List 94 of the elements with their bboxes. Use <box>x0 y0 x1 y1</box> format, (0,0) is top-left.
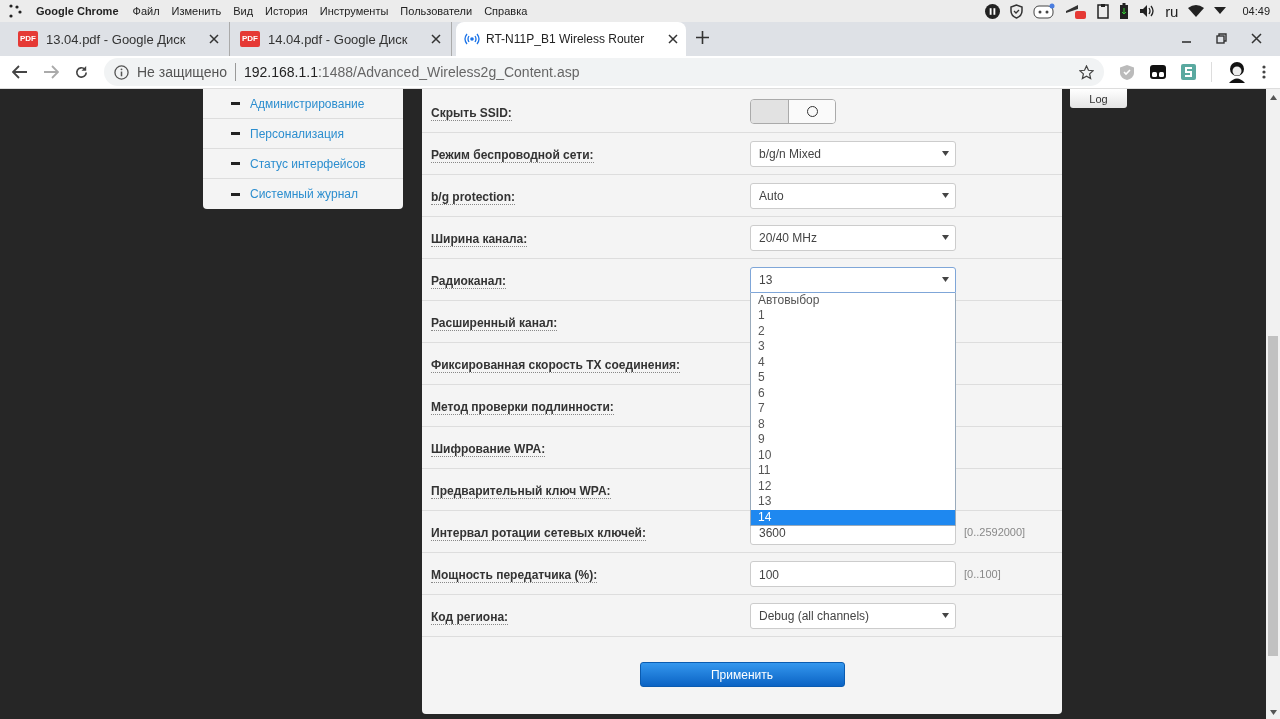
scroll-thumb[interactable] <box>1268 336 1278 656</box>
select-field[interactable]: Debug (all channels) <box>750 602 956 629</box>
wireless-icon <box>464 32 480 46</box>
caret-icon <box>942 613 949 618</box>
range-hint: [0..2592000] <box>964 525 1026 538</box>
dropdown-option[interactable]: 8 <box>751 416 955 432</box>
close-icon[interactable] <box>209 34 219 44</box>
security-label: Не защищено <box>137 64 227 80</box>
language-indicator[interactable]: ru <box>1165 2 1179 20</box>
caret-icon <box>942 277 949 282</box>
dropdown-option[interactable]: 9 <box>751 432 955 448</box>
browser-tab[interactable]: RT-N11P_B1 Wireless Router <box>456 22 686 56</box>
field-label: Ширина канала: <box>431 231 528 247</box>
extension-icon[interactable] <box>1181 64 1196 80</box>
scroll-down-icon[interactable] <box>1269 710 1277 715</box>
field-label: Метод проверки подлинности: <box>431 399 614 415</box>
pdf-icon: PDF <box>240 31 260 47</box>
dropdown-option[interactable]: 14 <box>751 509 955 525</box>
caret-icon <box>942 193 949 198</box>
back-icon[interactable] <box>12 65 28 79</box>
field-label: Скрыть SSID: <box>431 105 512 121</box>
wifi-icon[interactable] <box>1188 5 1205 17</box>
field-label: Мощность передатчика (%): <box>431 567 598 583</box>
tab-title: RT-N11P_B1 Wireless Router <box>486 32 646 46</box>
new-tab-icon[interactable] <box>696 31 709 44</box>
dropdown-caret-icon[interactable] <box>1214 7 1227 15</box>
pdf-icon: PDF <box>18 31 38 47</box>
dropdown-option[interactable]: 6 <box>751 385 955 401</box>
star-icon[interactable] <box>1079 64 1094 80</box>
range-hint: [0..100] <box>964 567 1001 580</box>
close-icon[interactable] <box>1251 33 1262 44</box>
address-bar[interactable]: Не защищено 192.168.1.1:1488/Advanced_Wireless2g_Content.asp <box>104 58 1104 86</box>
more-icon[interactable] <box>1262 65 1266 79</box>
menu-item[interactable]: Изменить <box>171 5 222 17</box>
url-text: 192.168.1.1:1488/Advanced_Wireless2g_Content.asp <box>244 64 580 80</box>
dash-icon <box>231 132 240 135</box>
field-label: Код региона: <box>431 609 509 625</box>
restore-icon[interactable] <box>1216 33 1227 44</box>
menu-item[interactable]: Файл <box>132 5 160 17</box>
field-label: Режим беспроводной сети: <box>431 147 594 163</box>
menu-item[interactable]: История <box>265 5 308 17</box>
dropdown-option[interactable]: 3 <box>751 339 955 355</box>
dropdown-option[interactable]: 11 <box>751 463 955 479</box>
close-icon[interactable] <box>431 34 441 44</box>
clock: 04:49 <box>1242 5 1270 17</box>
app-logo-icon[interactable] <box>8 4 22 18</box>
app-name: Google Chrome <box>36 5 119 17</box>
select-field[interactable]: 20/40 MHz <box>750 224 956 251</box>
close-icon[interactable] <box>668 34 678 44</box>
speaker-icon[interactable] <box>1139 4 1156 18</box>
select-field[interactable]: 13 <box>750 266 956 293</box>
dropdown-option[interactable]: 4 <box>751 354 955 370</box>
toggle-switch[interactable] <box>750 99 836 124</box>
dropdown-option[interactable]: 7 <box>751 401 955 417</box>
dropdown-option[interactable]: Автовыбор <box>751 292 955 308</box>
gamepad-icon[interactable] <box>1033 3 1056 19</box>
reload-icon[interactable] <box>74 64 89 80</box>
caret-icon <box>942 151 949 156</box>
info-icon[interactable] <box>114 64 129 80</box>
tab-title: 14.04.pdf - Google Диск <box>268 31 409 47</box>
dropdown-option[interactable]: 10 <box>751 447 955 463</box>
menu-item[interactable]: Справка <box>484 5 528 17</box>
battery-icon[interactable] <box>1119 3 1130 19</box>
dropdown-option[interactable]: 2 <box>751 323 955 339</box>
avatar-icon[interactable] <box>1227 61 1247 83</box>
shield-icon[interactable] <box>1010 3 1024 19</box>
clipboard-icon[interactable] <box>1097 3 1110 19</box>
glasses-icon[interactable] <box>1150 64 1166 80</box>
menu-item[interactable]: Пользователи <box>400 5 473 17</box>
dropdown-option[interactable]: 13 <box>751 494 955 510</box>
menu-item[interactable]: Вид <box>233 5 254 17</box>
field-label: Шифрование WPA: <box>431 441 546 457</box>
field-label: b/g protection: <box>431 189 515 205</box>
menu-item[interactable]: Инструменты <box>319 5 389 17</box>
caret-icon <box>942 235 949 240</box>
select-field[interactable]: Auto <box>750 182 956 209</box>
apply-button[interactable]: Применить <box>639 662 845 687</box>
dash-icon <box>231 102 240 105</box>
input-field[interactable]: 100 <box>750 560 956 587</box>
dropdown-option[interactable]: 12 <box>751 478 955 494</box>
field-label: Расширенный канал: <box>431 315 558 331</box>
select-field[interactable]: b/g/n Mixed <box>750 140 956 167</box>
field-label: Предварительный ключ WPA: <box>431 483 611 499</box>
dropdown-option[interactable]: 1 <box>751 308 955 324</box>
tab-title: 13.04.pdf - Google Диск <box>46 31 187 47</box>
dropdown-option[interactable]: 5 <box>751 370 955 386</box>
scroll-up-icon[interactable] <box>1269 95 1277 100</box>
log-button[interactable]: Log <box>1070 89 1127 108</box>
field-label: Радиоканал: <box>431 273 507 289</box>
pause-icon[interactable] <box>985 3 1001 19</box>
dash-icon <box>231 162 240 165</box>
field-label: Интервал ротации сетевых ключей: <box>431 525 646 541</box>
field-label: Фиксированная скорость TX соединения: <box>431 357 681 373</box>
dash-icon <box>231 192 240 196</box>
